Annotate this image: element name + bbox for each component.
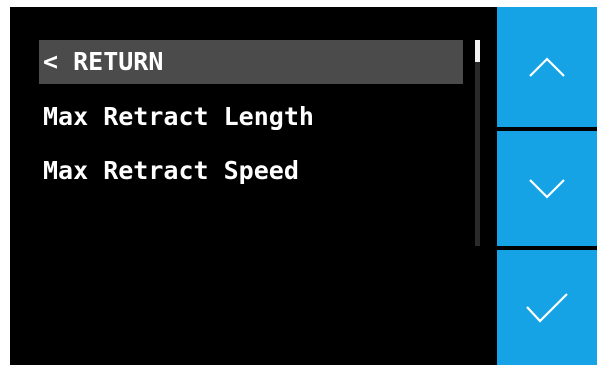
checkmark-icon	[526, 292, 568, 323]
scroll-down-button[interactable]	[497, 131, 597, 246]
menu-item-return[interactable]: < RETURN	[39, 40, 463, 84]
menu-scrollbar[interactable]	[475, 40, 480, 246]
scroll-up-button[interactable]	[497, 7, 597, 127]
settings-menu: < RETURN Max Retract Length Max Retract …	[10, 7, 496, 365]
navigation-panel	[497, 7, 597, 365]
menu-item-max-retract-length[interactable]: Max Retract Length	[39, 95, 463, 139]
chevron-down-icon	[529, 178, 565, 199]
printer-display: < RETURN Max Retract Length Max Retract …	[10, 7, 597, 365]
chevron-up-icon	[529, 57, 565, 77]
scrollbar-thumb[interactable]	[475, 40, 480, 62]
confirm-button[interactable]	[497, 250, 597, 365]
menu-item-max-retract-speed[interactable]: Max Retract Speed	[39, 149, 463, 193]
